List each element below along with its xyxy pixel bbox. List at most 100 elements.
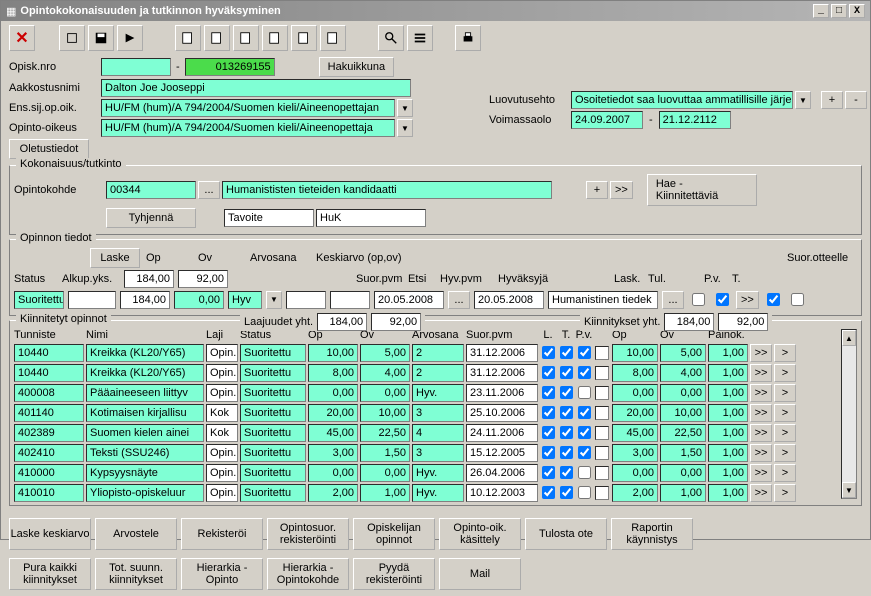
cell-nimi[interactable]: Kypsyysnäyte	[86, 464, 204, 482]
ka1-field[interactable]	[286, 291, 326, 309]
cell-ov2[interactable]: 5,00	[660, 344, 706, 362]
row-arrow-button[interactable]: >>	[750, 484, 772, 502]
page-next2-icon[interactable]	[262, 25, 288, 51]
cell-painok[interactable]: 1,00	[708, 464, 748, 482]
scroll-up-icon[interactable]: ▲	[842, 330, 856, 346]
cell-nimi[interactable]: Yliopisto-opiskeluur	[86, 484, 204, 502]
table-row[interactable]: 402410Teksti (SSU246)Opin.Suoritettu3,00…	[14, 443, 839, 462]
voimassaolo-from[interactable]: 24.09.2007	[571, 111, 643, 129]
opintokohde-dots[interactable]: ...	[198, 181, 220, 199]
cell-laji[interactable]: Opin.	[206, 464, 238, 482]
cell-tunniste[interactable]: 401140	[14, 404, 84, 422]
cell-op[interactable]: 0,00	[308, 384, 358, 402]
row-arrow2-button[interactable]: >	[774, 464, 796, 482]
cell-op[interactable]: 10,00	[308, 344, 358, 362]
btn-tulosta[interactable]: Tulosta ote	[525, 518, 607, 550]
row-pv-check[interactable]	[578, 406, 591, 419]
table-row[interactable]: 10440Kreikka (KL20/Y65)Opin.Suoritettu8,…	[14, 363, 839, 382]
cell-ov[interactable]: 5,00	[360, 344, 410, 362]
row-t-check[interactable]	[560, 386, 573, 399]
page-first-icon[interactable]	[175, 25, 201, 51]
cell-suorpvm[interactable]: 25.10.2006	[466, 404, 538, 422]
row-arrow2-button[interactable]: >	[774, 444, 796, 462]
btn-tot-suunn[interactable]: Tot. suunn. kiinnitykset	[95, 558, 177, 590]
cell-painok[interactable]: 1,00	[708, 344, 748, 362]
cell-nimi[interactable]: Suomen kielen ainei	[86, 424, 204, 442]
cell-op[interactable]: 8,00	[308, 364, 358, 382]
row-arrow2-button[interactable]: >	[774, 384, 796, 402]
maximize-button[interactable]: □	[831, 4, 847, 18]
cell-suorpvm[interactable]: 31.12.2006	[466, 344, 538, 362]
hyv-field[interactable]: Hyv	[228, 291, 262, 309]
cell-status[interactable]: Suoritettu	[240, 344, 306, 362]
btn-pyyda[interactable]: Pyydä rekisteröinti	[353, 558, 435, 590]
cell-arvosana[interactable]: 2	[412, 344, 464, 362]
nav-icon-3[interactable]	[117, 25, 143, 51]
row-pv-check[interactable]	[578, 346, 591, 359]
cell-nimi[interactable]: Kotimaisen kirjallisu	[86, 404, 204, 422]
minus-button[interactable]: -	[845, 91, 867, 109]
row-arrow2-button[interactable]: >	[774, 344, 796, 362]
row-t-check[interactable]	[560, 466, 573, 479]
cell-suorpvm[interactable]: 26.04.2006	[466, 464, 538, 482]
btn-laske-keskiarvo[interactable]: Laske keskiarvo	[9, 518, 91, 550]
cell-suorpvm[interactable]: 31.12.2006	[466, 364, 538, 382]
cell-arvosana[interactable]: Hyv.	[412, 464, 464, 482]
cell-ov2[interactable]: 22,50	[660, 424, 706, 442]
voimassaolo-to[interactable]: 21.12.2112	[659, 111, 731, 129]
cell-ov2[interactable]: 1,50	[660, 444, 706, 462]
cell-op2[interactable]: 8,00	[612, 364, 658, 382]
table-row[interactable]: 410010Yliopisto-opiskeluurOpin.Suoritett…	[14, 483, 839, 502]
cell-painok[interactable]: 1,00	[708, 484, 748, 502]
opisk-nro-field-2[interactable]: 013269155	[185, 58, 275, 76]
row-pv-check[interactable]	[578, 426, 591, 439]
oletustiedot-button[interactable]: Oletustiedot	[9, 139, 89, 159]
row-arrow-button[interactable]: >>	[750, 444, 772, 462]
lask-check[interactable]	[692, 293, 705, 306]
row-arrow2-button[interactable]: >	[774, 424, 796, 442]
cell-status[interactable]: Suoritettu	[240, 364, 306, 382]
cell-status[interactable]: Suoritettu	[240, 424, 306, 442]
cell-op[interactable]: 2,00	[308, 484, 358, 502]
cell-op2[interactable]: 2,00	[612, 484, 658, 502]
cell-nimi[interactable]: Pääaineeseen liittyv	[86, 384, 204, 402]
row-l-check[interactable]	[542, 426, 555, 439]
cell-ov[interactable]: 0,00	[360, 464, 410, 482]
opinnon-arrow[interactable]: >>	[736, 291, 759, 309]
btn-opintosuor[interactable]: Opintosuor. rekisteröinti	[267, 518, 349, 550]
table-row[interactable]: 10440Kreikka (KL20/Y65)Opin.Suoritettu10…	[14, 343, 839, 362]
kokonaisuus-plus[interactable]: +	[586, 181, 608, 199]
cell-ov2[interactable]: 4,00	[660, 364, 706, 382]
ens-field[interactable]: HU/FM (hum)/A 794/2004/Suomen kieli/Aine…	[101, 99, 395, 117]
cell-nimi[interactable]: Kreikka (KL20/Y65)	[86, 344, 204, 362]
cell-nimi[interactable]: Teksti (SSU246)	[86, 444, 204, 462]
cell-status[interactable]: Suoritettu	[240, 384, 306, 402]
row-l-check[interactable]	[542, 366, 555, 379]
row-l-check[interactable]	[542, 346, 555, 359]
cell-status[interactable]: Suoritettu	[240, 444, 306, 462]
row-t-check[interactable]	[560, 446, 573, 459]
row-pvw-box[interactable]	[595, 386, 609, 400]
cell-ov2[interactable]: 0,00	[660, 464, 706, 482]
btn-mail[interactable]: Mail	[439, 558, 521, 590]
btn-pura[interactable]: Pura kaikki kiinnitykset	[9, 558, 91, 590]
opinto-oikeus-dropdown[interactable]: ▼	[397, 119, 413, 137]
cell-painok[interactable]: 1,00	[708, 364, 748, 382]
plus-button[interactable]: +	[821, 91, 843, 109]
row-arrow-button[interactable]: >>	[750, 464, 772, 482]
etsi-dots[interactable]: ...	[448, 291, 470, 309]
nav-icon-1[interactable]	[59, 25, 85, 51]
row-pvw-box[interactable]	[595, 466, 609, 480]
cell-tunniste[interactable]: 400008	[14, 384, 84, 402]
ens-dropdown[interactable]: ▼	[397, 99, 413, 117]
table-row[interactable]: 400008Pääaineeseen liittyvOpin.Suoritett…	[14, 383, 839, 402]
page-prev2-icon[interactable]	[233, 25, 259, 51]
cell-status[interactable]: Suoritettu	[240, 484, 306, 502]
page-last-icon[interactable]	[320, 25, 346, 51]
cell-laji[interactable]: Kok	[206, 424, 238, 442]
hyvpvm-field[interactable]: 20.05.2008	[474, 291, 544, 309]
status-field[interactable]: Suoritettu	[14, 291, 64, 309]
cell-arvosana[interactable]: 3	[412, 404, 464, 422]
aakkostusnimi-field[interactable]: Dalton Joe Jooseppi	[101, 79, 411, 97]
tul-check[interactable]	[716, 293, 729, 306]
